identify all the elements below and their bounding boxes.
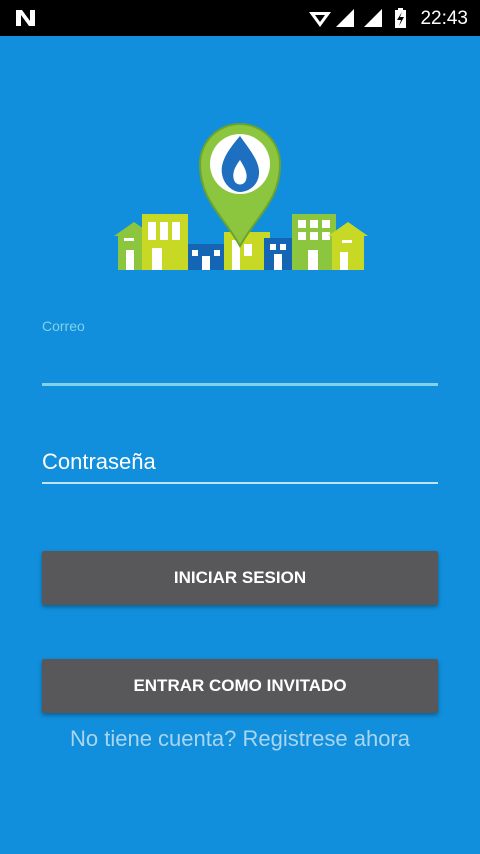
email-input[interactable]: [42, 343, 438, 386]
signal-icon: [364, 9, 382, 27]
password-field: [42, 442, 438, 484]
register-link[interactable]: No tiene cuenta? Registrese ahora: [0, 726, 480, 752]
gas-flame-map-pin-icon: [198, 123, 282, 249]
status-bar: 22:43: [0, 0, 480, 36]
wifi-icon: [309, 12, 331, 27]
clock: 22:43: [420, 8, 468, 29]
app-logo: [112, 118, 368, 272]
email-label: Correo: [42, 318, 85, 334]
login-button[interactable]: INICIAR SESION: [42, 551, 438, 605]
guest-login-button[interactable]: ENTRAR COMO INVITADO: [42, 659, 438, 713]
signal-icon: [336, 9, 354, 27]
battery-charging-icon: [395, 8, 406, 28]
password-input[interactable]: [42, 442, 438, 484]
email-field: Correo: [42, 318, 438, 386]
n-logo-icon: [14, 8, 38, 33]
status-icons: [306, 6, 416, 35]
